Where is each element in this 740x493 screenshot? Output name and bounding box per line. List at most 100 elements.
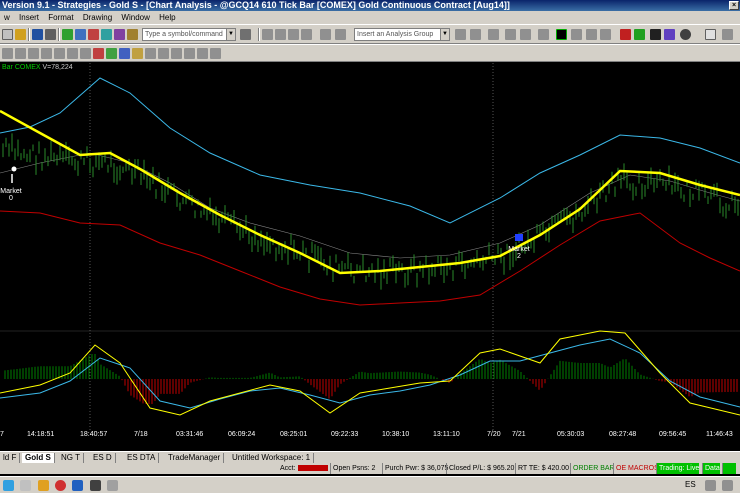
tab-ng-t[interactable]: NG T <box>58 453 84 463</box>
orders-icon[interactable] <box>571 29 582 40</box>
tab-gold-s[interactable]: Gold S <box>22 453 55 463</box>
time-label: 7/18 <box>134 431 148 438</box>
explorer-icon[interactable] <box>20 480 31 491</box>
volume-label: V=78,224 <box>42 64 73 71</box>
chart-area[interactable] <box>0 63 740 430</box>
channel-icon[interactable] <box>67 48 78 59</box>
insert-icon[interactable] <box>470 29 481 40</box>
analysis-group-input[interactable]: Insert an Analysis Group ▼ <box>354 28 450 41</box>
chevron-down-icon[interactable]: ▼ <box>226 29 235 40</box>
tab-es-dta[interactable]: ES DTA <box>124 453 160 463</box>
grid-icon[interactable] <box>75 29 86 40</box>
purchasing-power: Purch Pwr: $ 36,075 <box>382 463 448 474</box>
folder-icon[interactable] <box>15 29 26 40</box>
close-window-button[interactable]: × <box>729 1 739 10</box>
data-indicator: Data <box>702 463 720 474</box>
folder-icon[interactable] <box>38 480 49 491</box>
menu-window[interactable]: Window <box>121 13 149 22</box>
dark-icon[interactable] <box>650 29 661 40</box>
gann-icon[interactable] <box>158 48 169 59</box>
indicator-icon[interactable] <box>335 29 346 40</box>
tab-trademanager[interactable]: TradeManager <box>165 453 225 463</box>
strategy-marker-entry[interactable]: Market 0 <box>0 188 22 202</box>
open-positions: Open Psns: 2 <box>330 463 375 474</box>
tab-untitled-workspace[interactable]: Untitled Workspace: 1 <box>229 453 315 463</box>
crosshair-icon[interactable] <box>15 48 26 59</box>
delete-icon[interactable] <box>210 48 221 59</box>
arrow-icon[interactable] <box>93 48 104 59</box>
strategy-icon[interactable] <box>455 29 466 40</box>
rectangle-icon[interactable] <box>119 48 130 59</box>
volume-icon[interactable] <box>722 480 733 491</box>
marker-sub: 0 <box>9 195 13 202</box>
taskbar: ES <box>0 476 740 493</box>
tab-gold-f[interactable]: ld F <box>0 453 21 463</box>
refresh-icon[interactable] <box>505 29 516 40</box>
language-indicator[interactable]: ES <box>685 480 696 489</box>
color-grid-icon[interactable] <box>634 29 645 40</box>
average-line <box>0 152 740 259</box>
marker-label: Market <box>0 188 22 195</box>
menu-format[interactable]: Format <box>48 13 73 22</box>
menu-help[interactable]: Help <box>159 13 175 22</box>
hline-icon[interactable] <box>41 48 52 59</box>
globe-icon[interactable] <box>101 29 112 40</box>
tray-icon[interactable] <box>705 480 716 491</box>
radarscreen-icon[interactable] <box>556 29 567 40</box>
open-icon[interactable] <box>2 29 13 40</box>
ie-icon[interactable] <box>72 480 83 491</box>
vline-icon[interactable] <box>54 48 65 59</box>
cycle-icon[interactable] <box>197 48 208 59</box>
trendline-icon[interactable] <box>28 48 39 59</box>
bar-icon[interactable] <box>262 29 273 40</box>
menu-drawing[interactable]: Drawing <box>83 13 112 22</box>
chart-canvas[interactable] <box>0 63 740 430</box>
palette-icon[interactable] <box>664 29 675 40</box>
print-icon[interactable] <box>45 29 56 40</box>
time-label: 7 <box>0 431 4 438</box>
app-icon[interactable] <box>90 480 101 491</box>
speed-lines-icon[interactable] <box>145 48 156 59</box>
zoom-icon[interactable] <box>680 29 691 40</box>
account-icon[interactable] <box>600 29 611 40</box>
fib-icon[interactable] <box>80 48 91 59</box>
positions-icon[interactable] <box>586 29 597 40</box>
time-label: 08:25:01 <box>280 431 308 438</box>
menu-bar: w Insert Format Drawing Window Help <box>0 11 740 24</box>
trading-live-indicator[interactable]: Trading: Live <box>656 463 700 474</box>
chrome-icon[interactable] <box>55 480 66 491</box>
pointer-icon[interactable] <box>705 29 716 40</box>
status-bar: Acct: Open Psns: 2 Purch Pwr: $ 36,075 C… <box>0 463 740 474</box>
radar-icon[interactable] <box>127 29 138 40</box>
scanner-icon[interactable] <box>88 29 99 40</box>
start-icon[interactable] <box>3 480 14 491</box>
matrix-icon[interactable] <box>114 29 125 40</box>
list-icon[interactable] <box>538 29 549 40</box>
text-icon[interactable] <box>106 48 117 59</box>
menu-insert[interactable]: Insert <box>19 13 39 22</box>
regression-icon[interactable] <box>171 48 182 59</box>
oe-macros-button[interactable]: OE MACROS <box>613 463 659 474</box>
sheet-icon[interactable] <box>488 29 499 40</box>
time-label: 18:40:57 <box>80 431 108 438</box>
align-icon[interactable] <box>275 29 286 40</box>
ellipse-icon[interactable] <box>132 48 143 59</box>
symbol-input[interactable]: Type a symbol/command ▼ <box>142 28 236 41</box>
layout-icon[interactable] <box>301 29 312 40</box>
save-icon[interactable] <box>32 29 43 40</box>
format-icon[interactable] <box>320 29 331 40</box>
andrews-icon[interactable] <box>184 48 195 59</box>
color-bar-icon[interactable] <box>620 29 631 40</box>
chevron-down-icon[interactable]: ▼ <box>440 29 449 40</box>
zoom-in-icon[interactable] <box>722 29 733 40</box>
tab-es-d[interactable]: ES D <box>90 453 116 463</box>
strategy-marker-exit[interactable]: Market 2 <box>507 246 531 260</box>
order-bar-button[interactable]: ORDER BAR <box>570 463 615 474</box>
search-icon[interactable] <box>240 29 251 40</box>
tradestation-icon[interactable] <box>107 480 118 491</box>
cursor-icon[interactable] <box>2 48 13 59</box>
chart-icon[interactable] <box>62 29 73 40</box>
menu-view[interactable]: w <box>4 13 10 22</box>
table-icon[interactable] <box>520 29 531 40</box>
window-icon[interactable] <box>288 29 299 40</box>
